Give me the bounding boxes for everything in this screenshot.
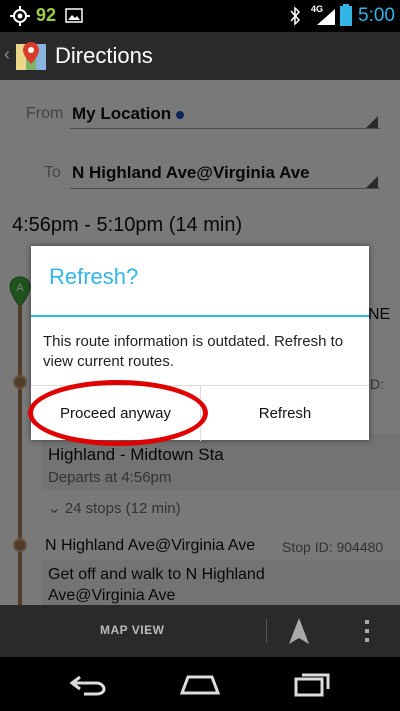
dialog-button-bar: Proceed anyway Refresh <box>31 385 369 441</box>
up-caret-icon[interactable]: ‹ <box>4 44 10 65</box>
maps-logo-icon[interactable] <box>14 40 48 72</box>
recent-apps-icon[interactable] <box>292 671 332 697</box>
battery-level-text: 92 <box>36 5 57 25</box>
bluetooth-icon <box>290 6 301 26</box>
proceed-anyway-button[interactable]: Proceed anyway <box>31 386 200 441</box>
refresh-dialog: Refresh? This route information is outda… <box>31 246 369 441</box>
image-icon <box>65 8 83 23</box>
status-bar: 92 4G 5:00 <box>0 0 400 32</box>
map-view-button[interactable]: MAP VIEW <box>100 623 164 637</box>
refresh-button[interactable]: Refresh <box>200 386 369 441</box>
toolbar-divider <box>266 619 267 643</box>
dialog-title-divider <box>31 315 369 317</box>
bottom-toolbar: MAP VIEW <box>0 605 400 657</box>
clock: 5:00 <box>358 5 395 26</box>
system-nav-bar <box>0 657 400 711</box>
dialog-message: This route information is outdated. Refr… <box>43 333 344 370</box>
page-title: Directions <box>55 43 153 68</box>
gps-icon <box>10 6 30 26</box>
signal-icon <box>317 9 335 25</box>
navigation-arrow-icon[interactable] <box>288 617 310 645</box>
battery-icon <box>340 4 352 26</box>
home-nav-icon[interactable] <box>178 671 222 697</box>
action-bar: ‹ Directions <box>0 32 400 80</box>
dialog-title: Refresh? <box>49 264 139 289</box>
back-nav-icon[interactable] <box>68 671 108 697</box>
overflow-menu-icon[interactable] <box>363 619 371 643</box>
